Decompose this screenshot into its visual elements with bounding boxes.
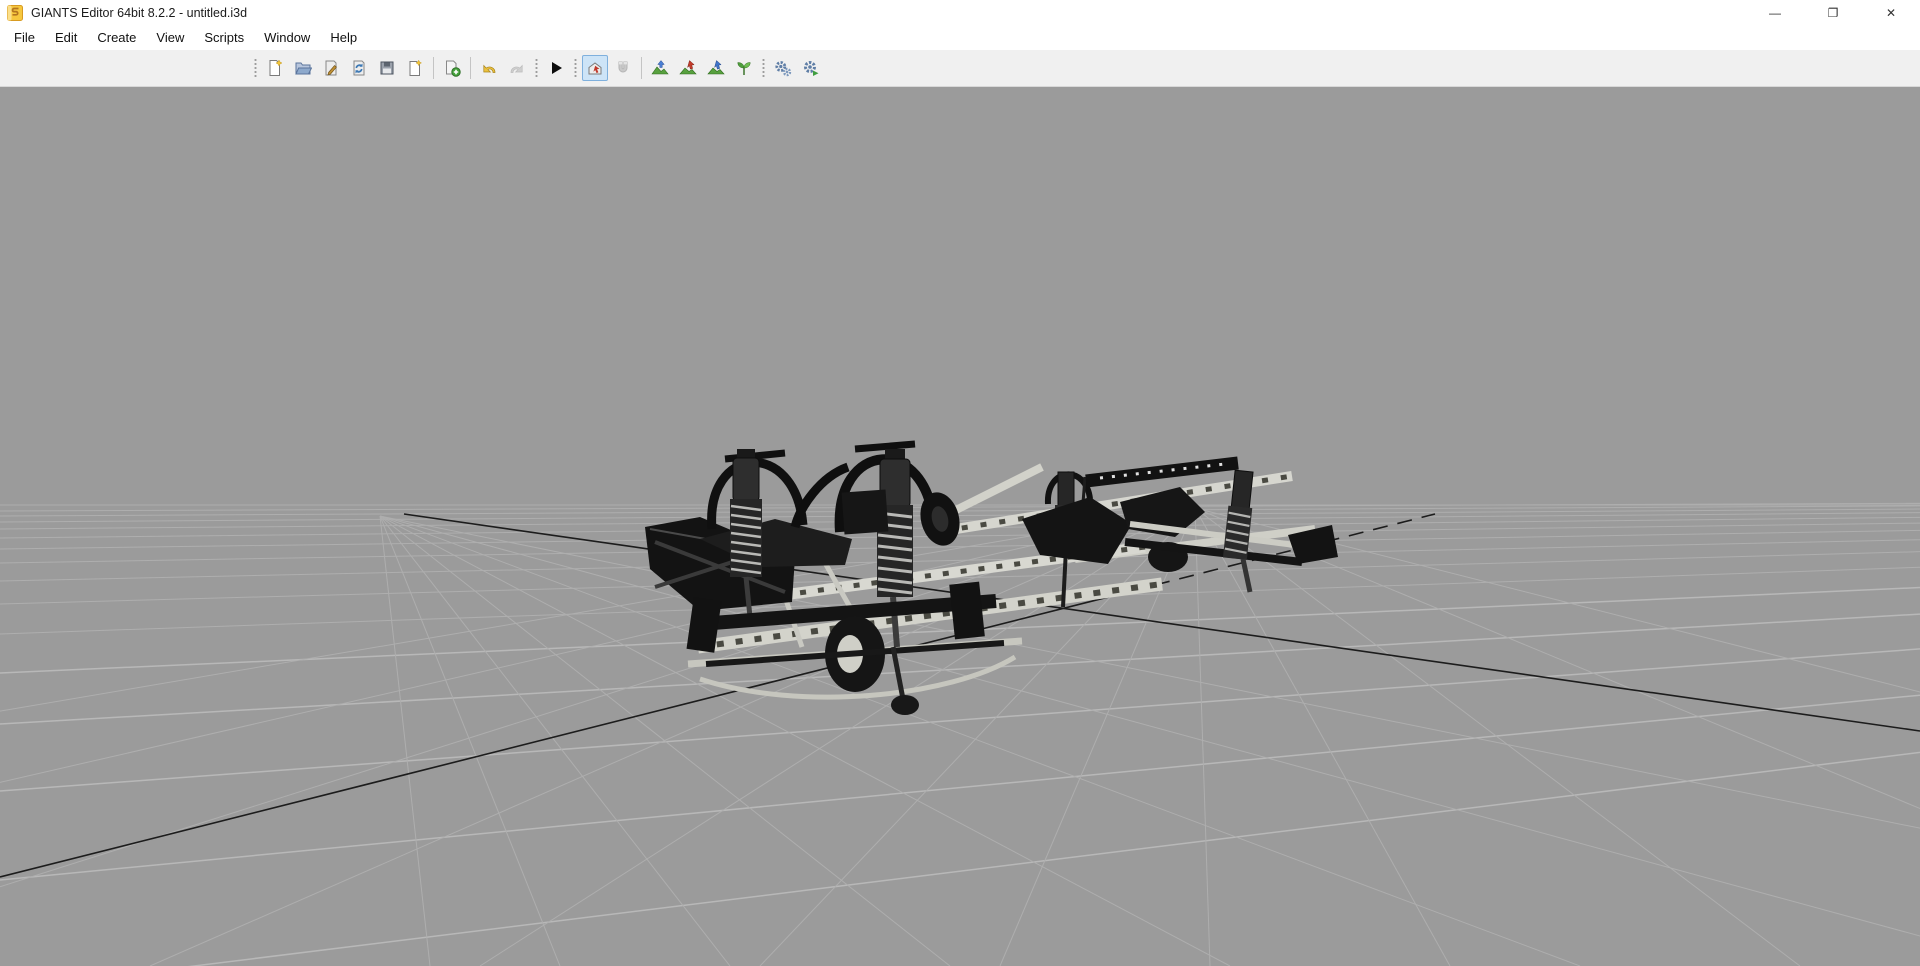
play-icon	[547, 59, 565, 77]
camera-home-icon	[586, 59, 604, 77]
terrain-info-icon	[735, 59, 753, 77]
menu-window[interactable]: Window	[254, 25, 320, 50]
suspension-model[interactable]	[645, 444, 1338, 715]
terrain-foliage-mode-button[interactable]	[703, 55, 729, 81]
toolbar-grip	[253, 57, 258, 79]
camera-home-button[interactable]	[582, 55, 608, 81]
gear-play-icon	[802, 59, 820, 77]
save-file-icon	[378, 59, 396, 77]
snap-magnet-button[interactable]	[610, 55, 636, 81]
close-button[interactable]: ✕	[1862, 0, 1920, 25]
edit-file-button[interactable]	[318, 55, 344, 81]
window-title: GIANTS Editor 64bit 8.2.2 - untitled.i3d	[31, 6, 247, 20]
new-file-button[interactable]	[262, 55, 288, 81]
import-file-icon	[443, 59, 461, 77]
menubar: FileEditCreateViewScriptsWindowHelp	[0, 25, 1920, 50]
import-file-button[interactable]	[439, 55, 465, 81]
magnet-icon	[614, 59, 632, 77]
minimize-button[interactable]: —	[1746, 0, 1804, 25]
open-file-icon	[294, 59, 312, 77]
save-file-as-button[interactable]	[402, 55, 428, 81]
save-as-file-icon	[406, 59, 424, 77]
toolbar	[0, 50, 1920, 87]
viewport-svg[interactable]	[0, 87, 1920, 966]
menu-scripts[interactable]: Scripts	[194, 25, 254, 50]
toolbar-grip	[761, 57, 766, 79]
new-file-icon	[266, 59, 284, 77]
open-file-button[interactable]	[290, 55, 316, 81]
terrain-sculpt-icon	[651, 59, 669, 77]
editor-settings-button[interactable]	[770, 55, 796, 81]
undo-button[interactable]	[476, 55, 502, 81]
redo-button[interactable]	[504, 55, 530, 81]
gears-icon	[774, 59, 792, 77]
menu-file[interactable]: File	[4, 25, 45, 50]
toolbar-separator	[433, 57, 434, 79]
save-file-button[interactable]	[374, 55, 400, 81]
viewport-3d[interactable]	[0, 87, 1920, 966]
menu-view[interactable]: View	[146, 25, 194, 50]
titlebar: GIANTS Editor 64bit 8.2.2 - untitled.i3d…	[0, 0, 1920, 25]
terrain-info-mode-button[interactable]	[731, 55, 757, 81]
redo-icon	[508, 59, 526, 77]
terrain-sculpt-mode-button[interactable]	[647, 55, 673, 81]
terrain-paint-icon	[679, 59, 697, 77]
undo-icon	[480, 59, 498, 77]
toolbar-separator	[470, 57, 471, 79]
menu-help[interactable]: Help	[320, 25, 367, 50]
toolbar-grip	[534, 57, 539, 79]
play-simulation-button[interactable]	[543, 55, 569, 81]
reload-file-icon	[350, 59, 368, 77]
toolbar-grip	[573, 57, 578, 79]
restore-button[interactable]: ❐	[1804, 0, 1862, 25]
edit-file-icon	[322, 59, 340, 77]
reload-file-button[interactable]	[346, 55, 372, 81]
menu-edit[interactable]: Edit	[45, 25, 87, 50]
menu-create[interactable]: Create	[87, 25, 146, 50]
giants-logo-icon	[7, 5, 23, 21]
script-runner-button[interactable]	[798, 55, 824, 81]
terrain-paint-mode-button[interactable]	[675, 55, 701, 81]
terrain-foliage-icon	[707, 59, 725, 77]
toolbar-separator	[641, 57, 642, 79]
